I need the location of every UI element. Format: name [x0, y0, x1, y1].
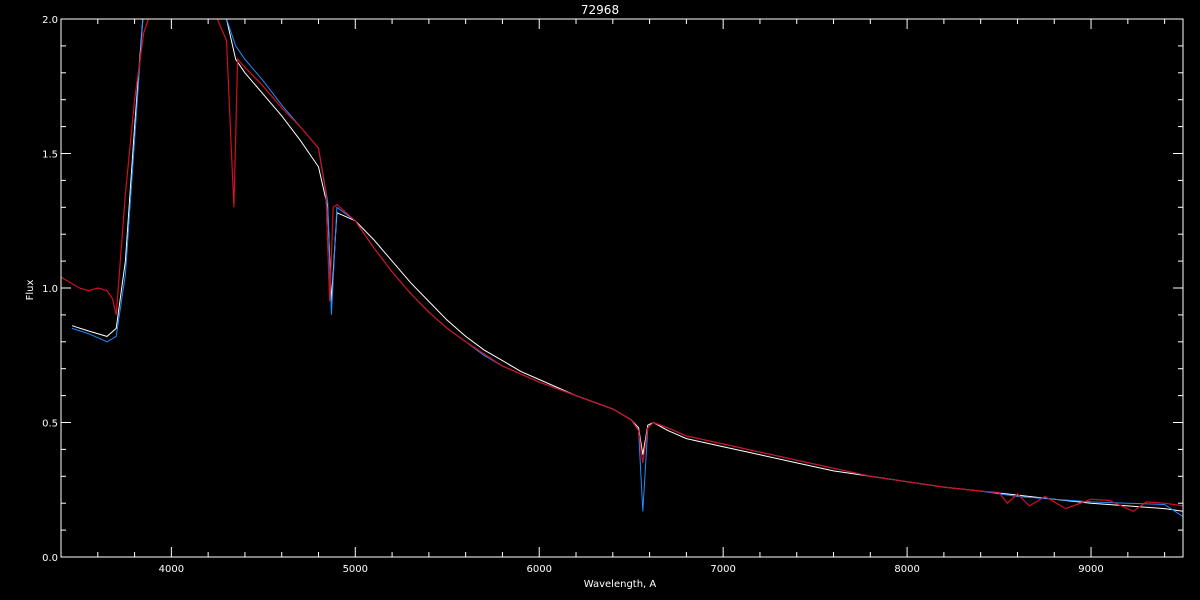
x-tick-label: 5000 [343, 564, 368, 575]
y-tick-label: 2.0 [42, 15, 58, 26]
x-tick-label: 9000 [1078, 564, 1103, 575]
x-tick-label: 6000 [527, 564, 552, 575]
y-tick-label: 1.0 [42, 284, 58, 295]
y-tick-label: 0.0 [42, 553, 58, 564]
x-axis-label: Wavelength, A [584, 579, 657, 590]
x-tick-label: 7000 [710, 564, 735, 575]
x-tick-label: 4000 [159, 564, 184, 575]
y-axis-label: Flux [25, 280, 36, 301]
y-tick-label: 0.5 [42, 419, 58, 430]
x-tick-label: 8000 [894, 564, 919, 575]
chart-title: 72968 [581, 3, 619, 17]
y-tick-label: 1.5 [42, 150, 58, 161]
spectrum-plot: 72968 4000 5000 6000 7000 8000 9000 0.0 0.5 1.0 1… [0, 0, 1200, 600]
plot-background [0, 0, 1200, 600]
